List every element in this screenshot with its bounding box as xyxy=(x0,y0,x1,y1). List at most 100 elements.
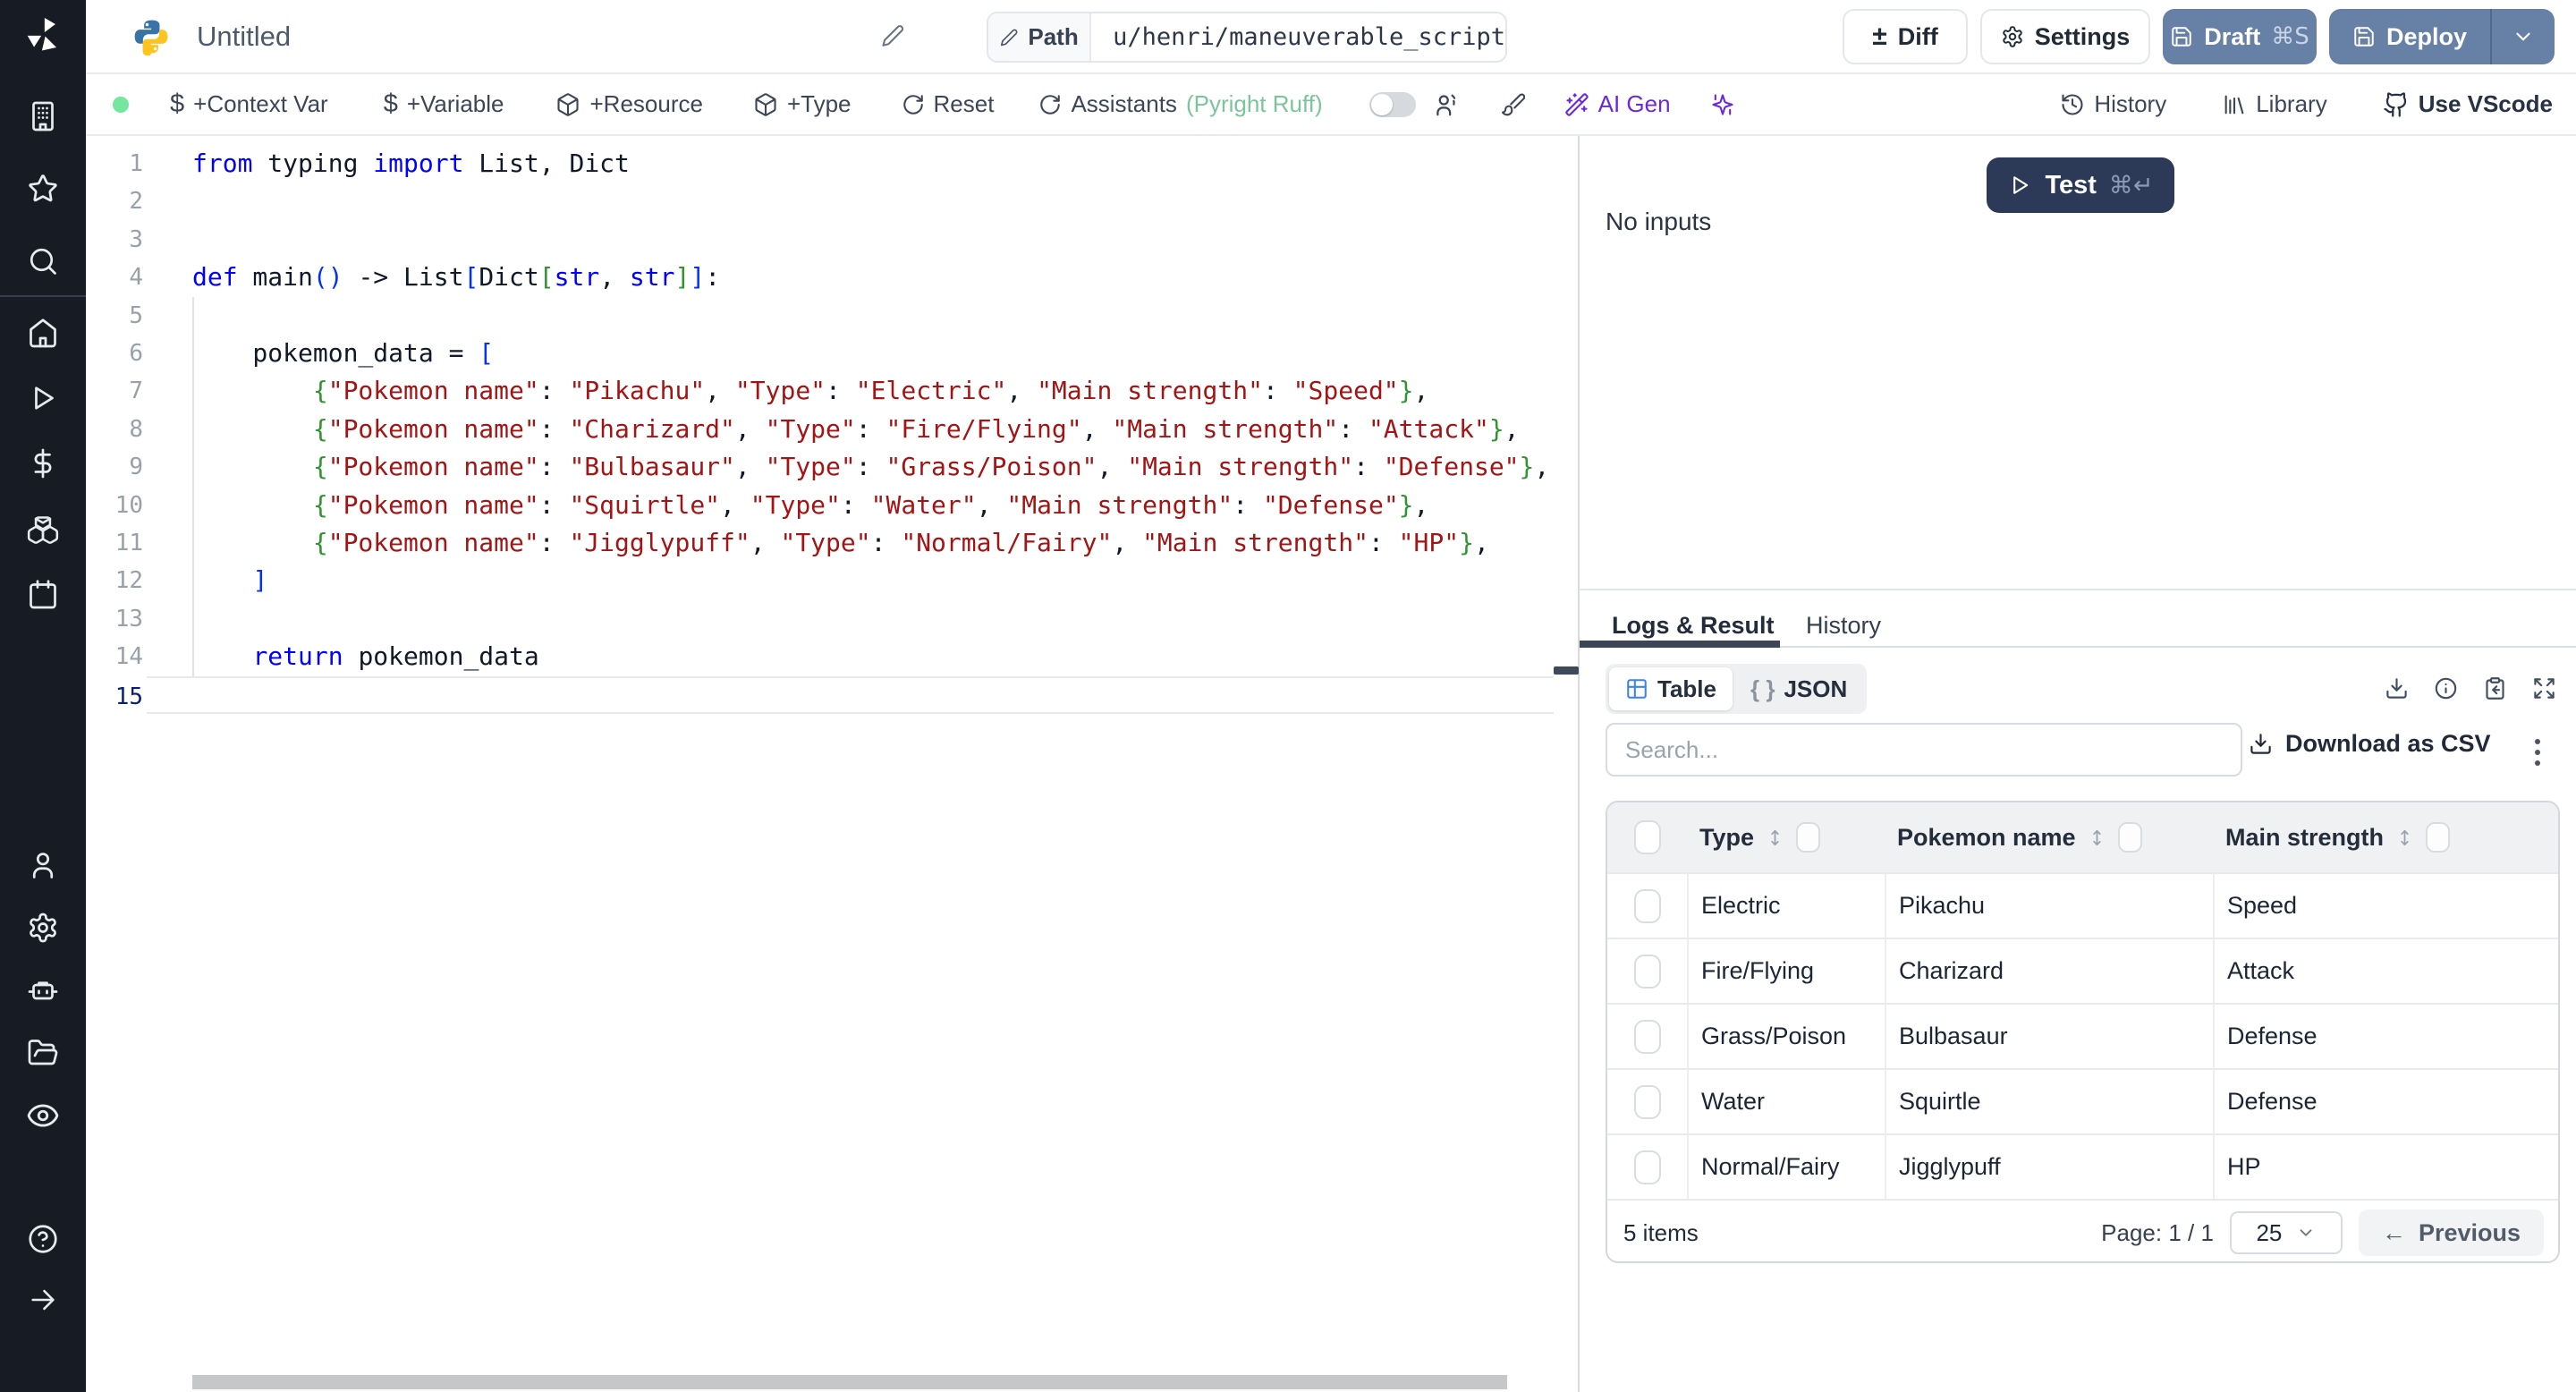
code-line[interactable]: 11 {"Pokemon name": "Jigglypuff", "Type"… xyxy=(86,524,1579,562)
diff-button[interactable]: ± Diff xyxy=(1842,9,1968,64)
path-label-segment: Path xyxy=(988,13,1092,61)
edit-summary-icon[interactable] xyxy=(880,23,905,48)
deploy-button[interactable]: Deploy xyxy=(2329,9,2490,64)
sidebar-item-favorites[interactable] xyxy=(21,167,64,210)
format-code-button[interactable] xyxy=(1500,92,1525,117)
result-info-button[interactable] xyxy=(2434,676,2458,700)
page-size-select[interactable]: 25 xyxy=(2229,1211,2343,1254)
panel-section-divider[interactable] xyxy=(1580,589,2576,590)
add-variable-button[interactable]: $ +Variable xyxy=(384,89,504,119)
code-line[interactable]: 7 {"Pokemon name": "Pikachu", "Type": "E… xyxy=(86,372,1579,410)
history-button[interactable]: History xyxy=(2060,90,2166,118)
previous-page-button[interactable]: ← Previous xyxy=(2358,1210,2544,1256)
deploy-button-group: Deploy xyxy=(2328,9,2555,64)
ai-sparkles-button[interactable] xyxy=(1710,92,1735,117)
path-field[interactable]: Path u/henri/maneuverable_script xyxy=(987,12,1507,63)
result-search-input[interactable] xyxy=(1606,723,2242,777)
user-icon xyxy=(32,853,54,878)
sidebar-collapse-button[interactable] xyxy=(21,1278,64,1321)
arrow-right-icon xyxy=(31,1289,55,1311)
eye-icon xyxy=(27,1104,59,1127)
code-line[interactable]: 15 xyxy=(115,675,1554,714)
row-checkbox[interactable] xyxy=(1633,954,1661,989)
add-type-button[interactable]: +Type xyxy=(753,90,852,118)
code-line[interactable]: 13 xyxy=(86,600,1579,638)
code-line[interactable]: 1 from typing import List, Dict xyxy=(86,145,1579,182)
save-icon xyxy=(2172,27,2191,47)
settings-button[interactable]: Settings xyxy=(1979,9,2150,64)
column-header[interactable]: Main strength xyxy=(2213,822,2558,853)
column-filter-checkbox[interactable] xyxy=(1796,822,1821,853)
no-inputs-label: No inputs xyxy=(1606,208,1712,235)
sidebar-item-help[interactable] xyxy=(21,1218,64,1260)
sidebar-item-settings[interactable] xyxy=(21,906,64,949)
add-context-var-button[interactable]: $ +Context Var xyxy=(170,89,328,119)
status-dot xyxy=(113,96,129,113)
column-filter-checkbox[interactable] xyxy=(2426,822,2451,853)
sidebar-item-folders[interactable] xyxy=(21,1031,64,1074)
column-header[interactable]: Pokemon name xyxy=(1885,822,2213,853)
sidebar-item-schedules[interactable] xyxy=(21,573,64,615)
curly-braces-icon: { } xyxy=(1750,675,1775,702)
row-checkbox[interactable] xyxy=(1633,1019,1661,1054)
code-line[interactable]: 4 def main() -> List[Dict[str, str]]: xyxy=(86,259,1579,296)
panel-resize-handle[interactable] xyxy=(1554,666,1579,675)
code-editor[interactable]: 1 from typing import List, Dict 2 3 4 def mai… xyxy=(86,136,1579,1392)
select-all-checkbox[interactable] xyxy=(1633,820,1661,854)
sidebar-item-resources[interactable] xyxy=(21,507,64,550)
code-line[interactable]: 8 {"Pokemon name": "Charizard", "Type": … xyxy=(86,411,1579,448)
download-result-button[interactable] xyxy=(2385,676,2409,700)
code-line[interactable]: 12 ] xyxy=(86,562,1579,599)
sidebar-item-variables[interactable] xyxy=(21,442,64,485)
path-value[interactable]: u/henri/maneuverable_script xyxy=(1091,13,1505,61)
ai-gen-button[interactable]: AI Gen xyxy=(1564,90,1671,118)
row-checkbox[interactable] xyxy=(1633,1150,1661,1184)
package-icon xyxy=(557,92,580,116)
code-line[interactable]: 10 {"Pokemon name": "Squirtle", "Type": … xyxy=(86,487,1579,524)
use-vscode-button[interactable]: Use VScode xyxy=(2383,90,2553,118)
table-cell: Charizard xyxy=(1885,939,2213,1003)
robot-icon xyxy=(28,981,58,1000)
copy-result-button[interactable] xyxy=(2483,676,2507,700)
sort-icon[interactable] xyxy=(2394,828,2415,848)
code-line[interactable]: 14 return pokemon_data xyxy=(86,638,1579,675)
reset-button[interactable]: Reset xyxy=(902,90,994,118)
row-checkbox[interactable] xyxy=(1633,888,1661,923)
code-line[interactable]: 6 pokemon_data = [ xyxy=(86,335,1579,372)
sidebar-item-workspace[interactable] xyxy=(21,95,64,138)
column-header[interactable]: Type xyxy=(1687,822,1885,853)
table-row: Electric Pikachu Speed xyxy=(1607,872,2558,938)
row-checkbox[interactable] xyxy=(1633,1084,1661,1119)
test-button[interactable]: Test ⌘↵ xyxy=(1987,157,2174,213)
sidebar-item-workers[interactable] xyxy=(21,969,64,1012)
tab-history[interactable]: History xyxy=(1806,612,1881,640)
draft-button[interactable]: Draft ⌘S xyxy=(2162,9,2317,64)
download-csv-button[interactable]: Download as CSV xyxy=(2249,730,2491,758)
expand-result-button[interactable] xyxy=(2532,676,2556,700)
assistants-button[interactable]: Assistants (Pyright Ruff) xyxy=(1038,90,1323,118)
sidebar-item-audit[interactable] xyxy=(21,1094,64,1137)
code-line[interactable]: 9 {"Pokemon name": "Bulbasaur", "Type": … xyxy=(86,448,1579,486)
code-line[interactable]: 2 xyxy=(86,182,1579,220)
code-line[interactable]: 5 xyxy=(86,297,1579,335)
line-number: 11 xyxy=(114,530,143,556)
more-options-button[interactable] xyxy=(2529,734,2546,771)
multiplayer-users-button[interactable] xyxy=(1434,91,1461,118)
add-resource-button[interactable]: +Resource xyxy=(555,90,703,118)
sidebar-item-home[interactable] xyxy=(21,311,64,354)
sidebar-item-users[interactable] xyxy=(21,844,64,887)
sort-icon[interactable] xyxy=(1765,828,1785,848)
code-line[interactable]: 3 xyxy=(86,221,1579,259)
windmill-logo-icon[interactable] xyxy=(23,14,63,54)
deploy-dropdown-button[interactable] xyxy=(2490,9,2555,64)
column-filter-checkbox[interactable] xyxy=(2117,822,2142,853)
sidebar-item-runs[interactable] xyxy=(21,377,64,420)
tab-logs-result[interactable]: Logs & Result xyxy=(1612,612,1775,640)
library-button[interactable]: Library xyxy=(2222,90,2327,118)
sort-icon[interactable] xyxy=(2087,828,2107,848)
view-toggle-json[interactable]: { } JSON xyxy=(1734,667,1863,710)
view-toggle-table[interactable]: Table xyxy=(1609,667,1733,710)
editor-horizontal-scrollbar[interactable] xyxy=(192,1375,1507,1389)
multiplayer-toggle[interactable] xyxy=(1368,91,1416,117)
sidebar-item-search[interactable] xyxy=(21,240,64,283)
